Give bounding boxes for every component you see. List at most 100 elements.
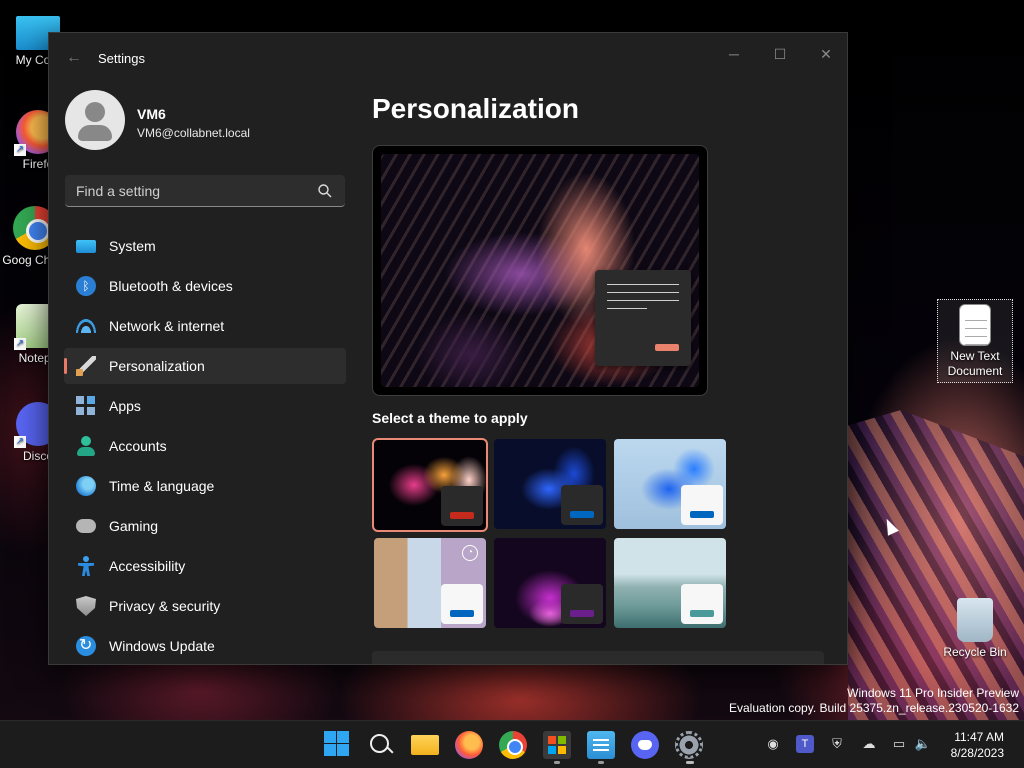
sidebar-item-accounts[interactable]: Accounts	[64, 428, 346, 464]
sidebar-item-windows-update[interactable]: Windows Update	[64, 628, 346, 664]
discord-icon[interactable]	[631, 731, 659, 759]
theme-tile-spotlight[interactable]: ◔	[374, 538, 486, 628]
sidebar-item-label: Bluetooth & devices	[109, 278, 233, 294]
theme-tile-windows-dark[interactable]	[494, 439, 606, 529]
sidebar-item-label: Windows Update	[109, 638, 215, 654]
desktop-icon-recycle-bin[interactable]: Recycle Bin	[937, 598, 1013, 660]
theme-accent-bar	[450, 610, 474, 617]
sidebar-item-label: Time & language	[109, 478, 215, 494]
window-title: Settings	[98, 51, 145, 66]
sidebar-item-personalization[interactable]: Personalization	[64, 348, 346, 384]
defender-icon[interactable]: ⛨	[828, 735, 846, 753]
accessibility-icon	[76, 556, 96, 576]
shield-icon	[76, 596, 96, 616]
gamepad-icon	[76, 519, 96, 533]
preview-accent-button	[655, 344, 679, 351]
sidebar-item-label: Apps	[109, 398, 141, 414]
system-icon	[76, 239, 96, 253]
text-document-icon	[959, 304, 991, 346]
user-email: VM6@collabnet.local	[137, 126, 250, 140]
settings-card[interactable]	[372, 651, 824, 664]
sidebar-item-system[interactable]: System	[64, 228, 346, 264]
close-button[interactable]: ✕	[803, 38, 847, 70]
sidebar-item-label: System	[109, 238, 156, 254]
desktop-icon-new-text-document[interactable]: New Text Document	[937, 299, 1013, 383]
search-icon[interactable]	[367, 731, 395, 759]
theme-accent-bar	[570, 610, 594, 617]
theme-grid: ◔	[372, 438, 733, 631]
accounts-icon	[76, 436, 96, 456]
sidebar-item-time-language[interactable]: Time & language	[64, 468, 346, 504]
title-bar[interactable]: ← Settings ─ ☐ ✕	[49, 33, 847, 81]
theme-window-chip	[681, 485, 723, 525]
theme-window-chip	[681, 584, 723, 624]
discord-tray-icon[interactable]: ◉	[764, 735, 782, 753]
theme-tile-sunrise[interactable]	[494, 538, 606, 628]
theme-window-chip	[441, 486, 483, 526]
theme-accent-bar	[690, 610, 714, 617]
sidebar-item-label: Accounts	[109, 438, 167, 454]
wallpaper-ribbons	[848, 410, 1024, 720]
recycle-bin-icon	[957, 598, 993, 642]
search-input[interactable]	[65, 175, 315, 206]
user-profile[interactable]: VM6 VM6@collabnet.local	[65, 90, 365, 152]
clock-date: 8/28/2023	[950, 746, 1004, 760]
preview-window-sample	[595, 270, 691, 366]
theme-accent-bar	[690, 511, 714, 518]
sidebar-item-accessibility[interactable]: Accessibility	[64, 548, 346, 584]
firefox-icon[interactable]	[455, 731, 483, 759]
globe-clock-icon	[76, 476, 96, 496]
search-icon[interactable]	[317, 183, 333, 199]
theme-accent-bar	[450, 512, 474, 519]
clock-time: 11:47 AM	[954, 730, 1004, 744]
sidebar-item-network[interactable]: Network & internet	[64, 308, 346, 344]
system-clock[interactable]: 11:47 AM 8/28/2023	[951, 729, 1004, 761]
search-box	[65, 175, 345, 207]
theme-preview	[372, 145, 708, 396]
theme-accent-bar	[570, 511, 594, 518]
update-icon	[76, 635, 96, 656]
settings-window: ← Settings ─ ☐ ✕ VM6 VM6@collabnet.local…	[48, 32, 848, 665]
sidebar-item-bluetooth[interactable]: ᛒ Bluetooth & devices	[64, 268, 346, 304]
avatar[interactable]	[65, 90, 125, 150]
theme-tile-glow[interactable]	[372, 438, 488, 532]
sidebar-item-gaming[interactable]: Gaming	[64, 508, 346, 544]
network-icon[interactable]: ▭	[890, 735, 908, 753]
teams-icon[interactable]: T	[796, 735, 814, 753]
store-icon[interactable]	[543, 731, 571, 764]
watermark-line: Evaluation copy. Build 25375.zn_release.…	[729, 701, 1019, 715]
evaluation-watermark: Windows 11 Pro Insider Preview Evaluatio…	[729, 686, 1019, 716]
maximize-button[interactable]: ☐	[757, 38, 803, 70]
sidebar-item-apps[interactable]: Apps	[64, 388, 346, 424]
windows-start-icon[interactable]	[324, 731, 352, 759]
taskbar: ◉ T ⛨ ☁ ▭ 🔈 11:47 AM 8/28/2023	[0, 720, 1024, 768]
chrome-icon[interactable]	[499, 731, 527, 759]
onedrive-icon[interactable]: ☁	[860, 735, 878, 753]
theme-window-chip	[441, 584, 483, 624]
minimize-button[interactable]: ─	[711, 38, 757, 70]
back-arrow-icon[interactable]: ←	[63, 47, 85, 69]
wifi-icon	[76, 319, 96, 333]
sidebar-item-label: Accessibility	[109, 558, 186, 574]
theme-window-chip	[561, 485, 603, 525]
notepad-icon[interactable]	[587, 731, 615, 764]
theme-window-chip	[561, 584, 603, 624]
sidebar-item-label: Personalization	[109, 358, 205, 374]
user-name: VM6	[137, 106, 166, 122]
sidebar-item-privacy-security[interactable]: Privacy & security	[64, 588, 346, 624]
desktop-icon-label: Recycle Bin	[943, 645, 1007, 659]
spotlight-badge-icon: ◔	[462, 545, 478, 561]
brush-icon	[76, 356, 96, 376]
desktop-icon-label: New Text Document	[947, 349, 1003, 378]
gear-icon[interactable]	[675, 731, 703, 764]
folder-icon[interactable]	[411, 735, 439, 755]
theme-tile-windows-light[interactable]	[614, 439, 726, 529]
apps-icon	[76, 396, 96, 416]
theme-tile-flow[interactable]	[614, 538, 726, 628]
sidebar-item-label: Network & internet	[109, 318, 225, 334]
themes-heading: Select a theme to apply	[372, 410, 528, 426]
sidebar-item-label: Privacy & security	[109, 598, 221, 614]
volume-icon[interactable]: 🔈	[914, 735, 932, 753]
sidebar-item-label: Gaming	[109, 518, 159, 534]
bluetooth-icon: ᛒ	[76, 276, 96, 296]
